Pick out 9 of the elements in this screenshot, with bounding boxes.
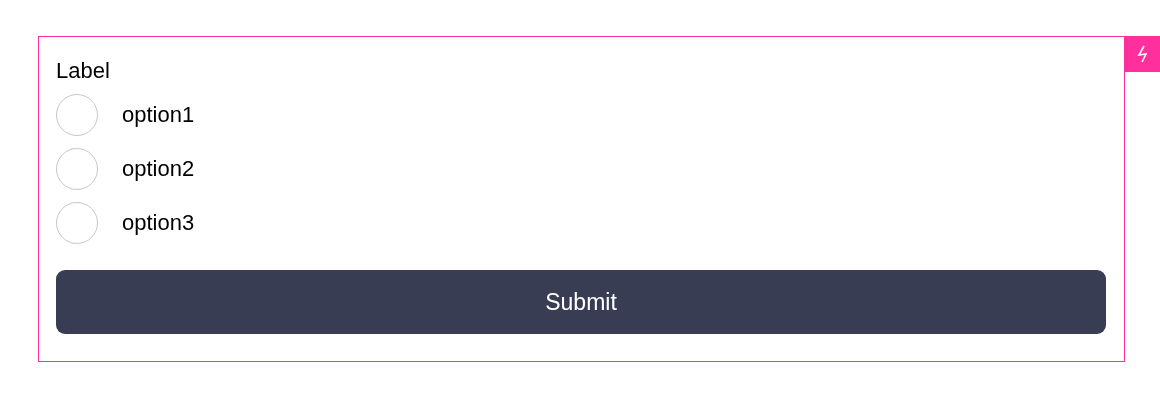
form-label: Label (56, 57, 110, 85)
submit-button[interactable]: Submit (56, 270, 1106, 334)
option-label[interactable]: option3 (122, 210, 195, 236)
option-label[interactable]: option1 (122, 102, 195, 128)
option-label[interactable]: option2 (122, 156, 195, 182)
radio-button[interactable] (56, 94, 98, 136)
lightning-icon (1136, 45, 1149, 63)
radio-button[interactable] (56, 202, 98, 244)
radio-button[interactable] (56, 148, 98, 190)
